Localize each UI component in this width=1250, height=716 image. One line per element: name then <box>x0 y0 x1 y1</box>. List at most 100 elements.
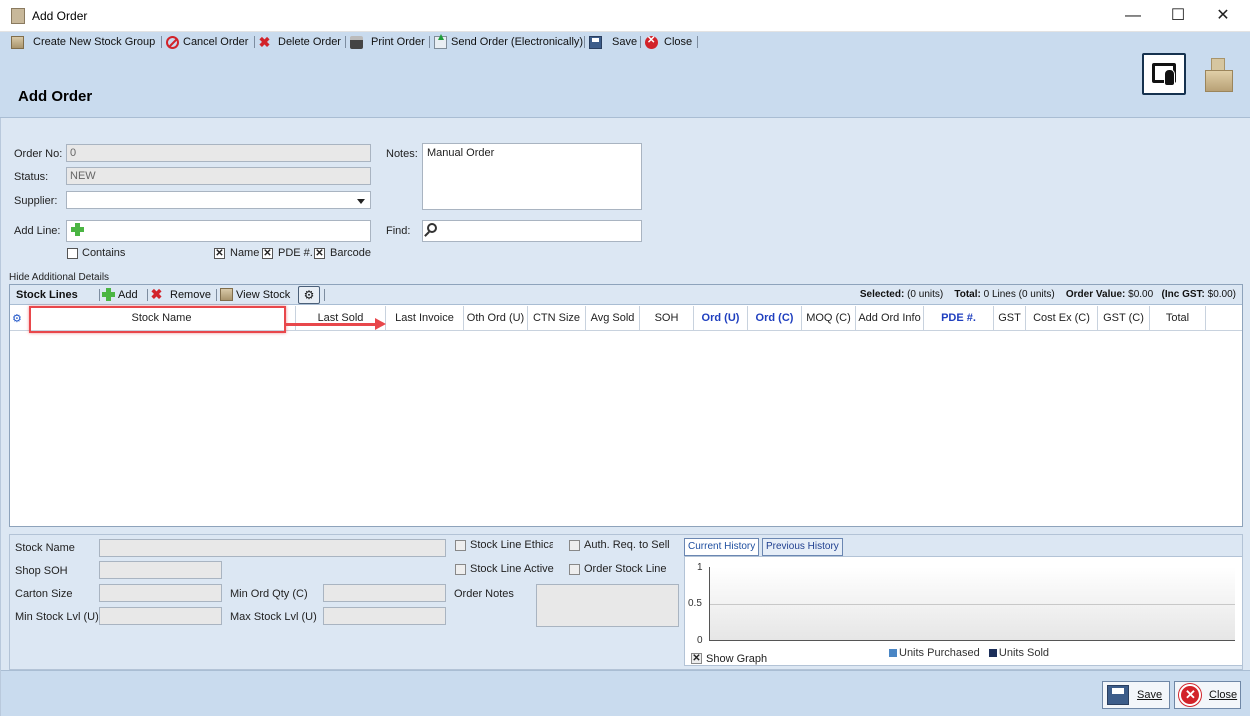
delete-order-button[interactable]: ✖ Delete Order <box>258 34 341 50</box>
units-purchased-swatch <box>889 649 897 658</box>
stock-name-field <box>99 539 446 557</box>
minimize-button[interactable]: — <box>1115 4 1151 28</box>
toolbar-close-button[interactable]: Close <box>645 34 692 50</box>
view-stock-button[interactable]: View Stock <box>220 288 290 301</box>
selected-label: Selected: <box>859 289 905 300</box>
order-no-label: Order No: <box>14 148 63 160</box>
notes-textarea[interactable]: Manual Order <box>422 143 642 210</box>
cancel-icon <box>166 35 179 49</box>
name-checkbox[interactable] <box>214 248 225 259</box>
stock-name-label: Stock Name <box>15 542 75 554</box>
order-stock-line-checkbox[interactable] <box>569 564 580 575</box>
order-no-field: 0 <box>66 144 371 162</box>
col-gst[interactable]: GST <box>994 306 1026 331</box>
add-line-input[interactable] <box>66 220 371 242</box>
toolbar-separator <box>161 36 162 48</box>
graph-legend: Units Purchased Units Sold <box>889 647 1049 659</box>
column-chooser-icon[interactable]: ⚙ <box>12 312 22 325</box>
send-order-button[interactable]: Send Order (Electronically) <box>434 33 584 50</box>
toolbar-save-label: Save <box>612 36 638 48</box>
title-bar: Add Order — ☐ ✕ <box>0 0 1250 32</box>
close-button[interactable]: Close <box>1174 681 1241 709</box>
auth-req-checkbox[interactable] <box>569 540 580 551</box>
col-ord-c[interactable]: Ord (C) <box>748 306 802 331</box>
chevron-down-icon[interactable] <box>357 199 365 204</box>
cancel-order-button[interactable]: Cancel Order <box>166 34 248 50</box>
col-avg-sold[interactable]: Avg Sold <box>586 306 640 331</box>
stock-line-active-checkbox[interactable] <box>455 564 466 575</box>
min-stock-field <box>99 607 222 625</box>
add-line-button[interactable]: Add <box>102 288 138 301</box>
close-label: Close <box>1209 689 1238 701</box>
col-cost-ex[interactable]: Cost Ex (C) <box>1026 306 1098 331</box>
notes-label: Notes: <box>386 148 418 160</box>
show-graph-checkbox[interactable] <box>691 653 702 664</box>
pde-checkbox[interactable] <box>262 248 273 259</box>
selected-value: (0 units) <box>907 289 944 300</box>
contains-label: Contains <box>82 247 126 259</box>
col-pde[interactable]: PDE #. <box>924 306 994 331</box>
plus-icon <box>102 288 115 301</box>
send-order-label: Send Order (Electronically) <box>451 36 584 48</box>
col-add-ord-info[interactable]: Add Ord Info <box>856 306 924 331</box>
tab-current-history[interactable]: Current History <box>684 538 760 556</box>
stock-box-button[interactable] <box>1203 52 1235 96</box>
stock-line-ethical-checkbox[interactable] <box>455 540 466 551</box>
tab-previous-history[interactable]: Previous History <box>762 538 843 556</box>
bottom-bar: Save Close <box>1 670 1250 716</box>
order-summary: Selected: (0 units) Total: 0 Lines (0 un… <box>860 289 1236 300</box>
col-ord-u[interactable]: Ord (U) <box>694 306 748 331</box>
units-purchased-label: Units Purchased <box>899 647 980 659</box>
stock-lines-toolbar: Stock Lines Add ✖ Remove View Stock ⚙ Se… <box>10 285 1242 305</box>
y-tick-0-5: 0.5 <box>688 598 702 609</box>
stock-name-highlight <box>29 306 286 333</box>
remove-line-button[interactable]: ✖ Remove <box>150 287 211 301</box>
supplier-combo[interactable] <box>66 191 371 209</box>
delete-order-label: Delete Order <box>278 36 341 48</box>
grid-settings-button[interactable]: ⚙ <box>298 286 320 304</box>
units-sold-label: Units Sold <box>998 647 1050 659</box>
contains-checkbox[interactable] <box>67 248 78 259</box>
page-title: Add Order <box>18 88 93 105</box>
inc-gst-value: $0.00) <box>1207 289 1236 300</box>
barcode-label: Barcode <box>330 247 371 259</box>
shop-soh-field <box>99 561 222 579</box>
header-band: Add Order <box>0 52 1250 118</box>
barcode-checkbox[interactable] <box>314 248 325 259</box>
min-ord-qty-field <box>323 584 446 602</box>
col-last-invoice[interactable]: Last Invoice <box>386 306 464 331</box>
col-gst-c[interactable]: GST (C) <box>1098 306 1150 331</box>
window-title: Add Order <box>32 9 88 23</box>
col-ctn-size[interactable]: CTN Size <box>528 306 586 331</box>
carton-size-field <box>99 584 222 602</box>
app-icon <box>11 8 25 24</box>
stock-line-active-label: Stock Line Active <box>470 563 554 575</box>
toolbar-separator <box>697 36 698 48</box>
print-order-button[interactable]: Print Order <box>350 34 425 50</box>
col-oth-ord[interactable]: Oth Ord (U) <box>464 306 528 331</box>
stock-group-icon <box>11 35 24 49</box>
find-input[interactable] <box>422 220 642 242</box>
col-moq[interactable]: MOQ (C) <box>802 306 856 331</box>
window-close-button[interactable]: ✕ <box>1205 4 1241 28</box>
close-icon <box>645 35 658 49</box>
hide-details-link[interactable]: Hide Additional Details <box>9 272 109 283</box>
remove-label: Remove <box>170 288 211 301</box>
save-button[interactable]: Save <box>1102 681 1170 709</box>
col-total[interactable]: Total <box>1150 306 1206 331</box>
inc-gst-label: (Inc GST: <box>1161 289 1205 300</box>
touch-mode-button[interactable] <box>1142 53 1186 95</box>
maximize-button[interactable]: ☐ <box>1160 4 1196 28</box>
print-order-label: Print Order <box>371 36 425 48</box>
hand-pointer-icon <box>1164 69 1175 86</box>
toolbar-save-button[interactable]: Save <box>589 34 637 50</box>
graph-gridline <box>710 604 1235 605</box>
col-last-sold[interactable]: Last Sold <box>296 306 386 331</box>
col-soh[interactable]: SOH <box>640 306 694 331</box>
toolbar-separator <box>324 289 325 301</box>
order-value: $0.00 <box>1128 289 1154 300</box>
max-stock-label: Max Stock Lvl (U) <box>230 611 317 623</box>
stock-lines-title: Stock Lines <box>16 289 78 301</box>
create-stock-group-button[interactable]: Create New Stock Group <box>11 34 155 50</box>
add-label: Add <box>118 288 138 301</box>
